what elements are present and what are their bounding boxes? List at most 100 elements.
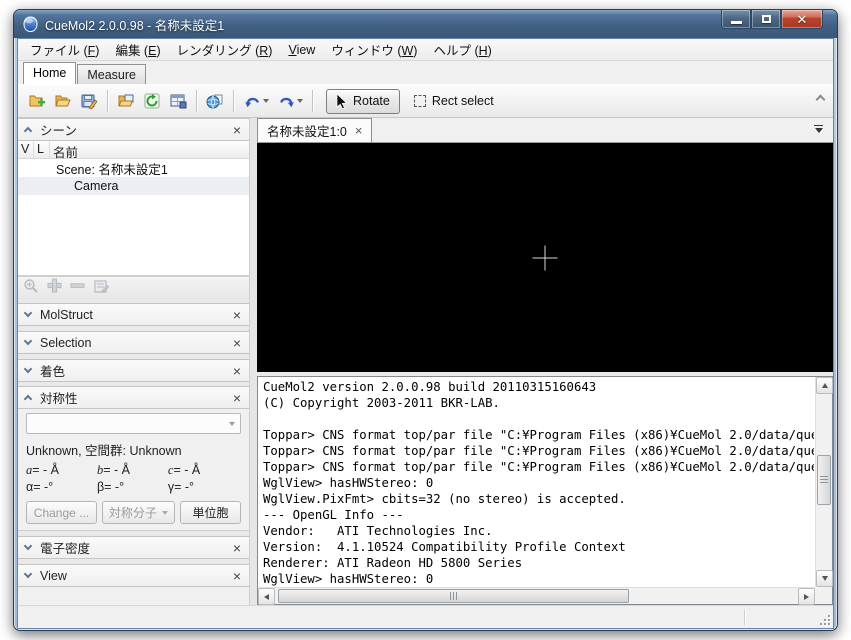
log-line: Toppar> CNS format top/par file "C:¥Prog…: [263, 427, 814, 443]
tab-home[interactable]: Home: [23, 62, 76, 84]
expand-chevron-icon[interactable]: [25, 544, 33, 552]
collapse-chevron-icon[interactable]: [25, 126, 33, 134]
symmetry-molecule-button[interactable]: 対称分子: [102, 501, 175, 524]
menu-bar: ファイル (F) 編集 (E) レンダリング (R) View ウィンドウ (W…: [18, 39, 833, 61]
menu-file[interactable]: ファイル (F): [22, 38, 107, 61]
tab-measure[interactable]: Measure: [77, 64, 146, 84]
scene-tree: V L 名前 Scene: 名称未設定1 Camera: [18, 141, 249, 276]
menu-rendering[interactable]: レンダリング (R): [169, 38, 281, 61]
symmetry-combobox[interactable]: [26, 413, 241, 434]
undo-icon: [244, 94, 261, 109]
scroll-up-button[interactable]: [816, 377, 833, 394]
panel-close-icon[interactable]: ×: [232, 308, 242, 322]
expand-chevron-icon[interactable]: [25, 311, 33, 319]
molecular-viewport[interactable]: [257, 143, 833, 372]
scene-table-button[interactable]: [165, 88, 191, 114]
panel-title-density: 電子密度: [40, 538, 232, 557]
panel-close-icon[interactable]: ×: [232, 569, 242, 583]
title-bar[interactable]: CueMol2 2.0.0.98 - 名称未設定1 ✕: [14, 10, 837, 38]
menu-view[interactable]: View: [280, 41, 323, 59]
new-scene-button[interactable]: [24, 88, 50, 114]
log-line: Version: 4.1.10524 Compatibility Profile…: [263, 539, 814, 555]
open-file-icon: [117, 92, 135, 110]
expand-chevron-icon[interactable]: [25, 339, 33, 347]
change-spacegroup-button[interactable]: Change ...: [26, 501, 97, 524]
panel-header-scene[interactable]: シーン ×: [18, 118, 249, 141]
sidebar-splitter[interactable]: [250, 118, 257, 605]
cell-beta: β= -°: [97, 480, 168, 494]
panel-header-view[interactable]: View ×: [18, 564, 249, 587]
horizontal-scrollbar[interactable]: [258, 587, 815, 604]
resize-grip[interactable]: [819, 614, 831, 626]
panel-close-icon[interactable]: ×: [232, 391, 242, 405]
restore-button[interactable]: [751, 10, 781, 29]
cell-a: a= - Å: [26, 463, 97, 478]
panel-header-molstruct[interactable]: MolStruct ×: [18, 303, 249, 326]
horizontal-scroll-thumb[interactable]: [278, 589, 629, 603]
vertical-scrollbar[interactable]: [815, 377, 832, 587]
menu-edit[interactable]: 編集 (E): [107, 38, 168, 61]
screenshot-stage: CueMol2 2.0.0.98 - 名称未設定1 ✕ ファイル (F) 編集 …: [0, 0, 851, 640]
view-tab[interactable]: 名称未設定1:0 ×: [257, 118, 372, 142]
log-line: Renderer: ATI Radeon HD 5800 Series: [263, 555, 814, 571]
rotate-label: Rotate: [353, 94, 390, 108]
panel-close-icon[interactable]: ×: [232, 364, 242, 378]
log-text: CueMol2 version 2.0.0.98 build 201103151…: [259, 379, 814, 586]
rect-select-label: Rect select: [432, 94, 494, 108]
rect-select-tool-button[interactable]: Rect select: [406, 89, 502, 114]
log-console[interactable]: CueMol2 version 2.0.0.98 build 201103151…: [257, 376, 833, 605]
panel-close-icon[interactable]: ×: [232, 336, 242, 350]
column-name: 名前: [50, 141, 249, 158]
tree-row-camera[interactable]: Camera: [18, 177, 249, 195]
panel-header-coloring[interactable]: 着色 ×: [18, 359, 249, 382]
reload-button[interactable]: [139, 88, 165, 114]
status-bar-separator: [744, 609, 745, 625]
toolbar-separator: [107, 90, 108, 112]
minimize-button[interactable]: [721, 10, 751, 29]
redo-button[interactable]: [273, 88, 307, 114]
panel-header-selection[interactable]: Selection ×: [18, 331, 249, 354]
toolbar-separator: [196, 90, 197, 112]
menu-help[interactable]: ヘルプ (H): [425, 38, 499, 61]
zoom-search-button[interactable]: [23, 278, 39, 299]
properties-button[interactable]: [93, 278, 109, 299]
expand-chevron-icon[interactable]: [25, 367, 33, 375]
collapse-chevron-icon[interactable]: [25, 394, 33, 402]
scroll-down-button[interactable]: [816, 570, 833, 587]
arrow-down-icon: [822, 576, 828, 581]
panel-close-icon[interactable]: ×: [232, 123, 242, 137]
cell-gamma: γ= -°: [168, 480, 239, 494]
remove-item-button[interactable]: [70, 278, 85, 298]
vertical-scroll-thumb[interactable]: [817, 455, 831, 505]
panel-title-view: View: [40, 569, 232, 583]
expand-chevron-icon[interactable]: [25, 572, 33, 580]
new-scene-icon: [28, 92, 46, 110]
undo-button[interactable]: [239, 88, 273, 114]
open-scene-button[interactable]: [50, 88, 76, 114]
undo-dropdown-caret[interactable]: [263, 99, 269, 103]
cell-c: c= - Å: [168, 463, 239, 478]
scroll-right-button[interactable]: [798, 588, 815, 605]
save-scene-button[interactable]: [76, 88, 102, 114]
panel-close-icon[interactable]: ×: [232, 541, 242, 555]
table-icon: [169, 92, 187, 110]
tab-list-dropdown-button[interactable]: [814, 125, 823, 133]
unit-cell-button[interactable]: 単位胞: [180, 501, 241, 524]
open-file-button[interactable]: [113, 88, 139, 114]
property-sheet-icon: [93, 278, 109, 294]
tree-row-scene[interactable]: Scene: 名称未設定1: [18, 159, 249, 177]
toolbar-overflow-button[interactable]: [817, 94, 825, 102]
rotate-tool-button[interactable]: Rotate: [326, 89, 400, 114]
panel-title-molstruct: MolStruct: [40, 308, 232, 322]
view-tab-bar: 名称未設定1:0 ×: [257, 118, 833, 143]
panel-header-symmetry[interactable]: 対称性 ×: [18, 386, 249, 409]
close-button[interactable]: ✕: [781, 10, 823, 29]
menu-window[interactable]: ウィンドウ (W): [323, 38, 425, 61]
redo-dropdown-caret[interactable]: [297, 99, 303, 103]
view-tab-close-icon[interactable]: ×: [355, 124, 363, 137]
symmetry-buttons: Change ... 対称分子 単位胞: [26, 501, 241, 524]
panel-header-density[interactable]: 電子密度 ×: [18, 536, 249, 559]
scroll-left-button[interactable]: [258, 588, 275, 605]
fetch-pdb-button[interactable]: [202, 88, 228, 114]
add-item-button[interactable]: [47, 278, 62, 298]
